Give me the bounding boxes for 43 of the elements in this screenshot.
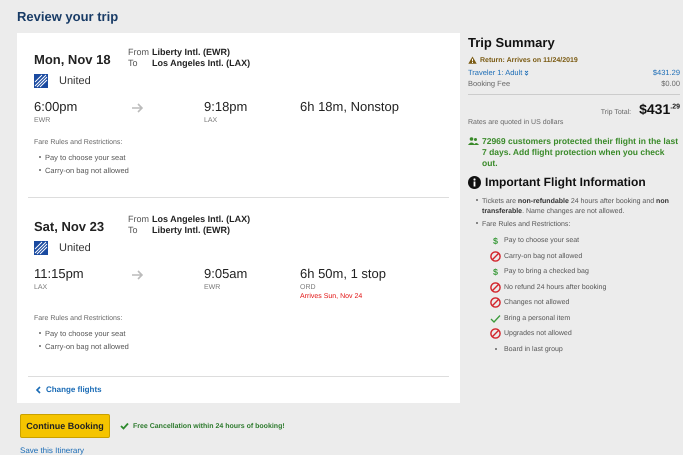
route-label: To xyxy=(128,225,139,235)
airline-name: United xyxy=(59,242,91,254)
arrow-icon xyxy=(132,270,144,280)
departure-time: 6:00pm xyxy=(34,99,78,114)
dollar-icon: $ xyxy=(490,236,501,246)
check-icon xyxy=(490,314,501,323)
save-itinerary-link[interactable]: Save this Itinerary xyxy=(20,446,84,455)
page-title: Review your trip xyxy=(17,9,120,26)
important-info-title: Important Flight Information xyxy=(485,175,646,189)
prohibited-icon xyxy=(490,328,501,340)
airline-logo-icon xyxy=(34,241,48,255)
flight-duration: 6h 18m, Nonstop xyxy=(300,99,400,114)
route-label: From xyxy=(128,47,150,57)
prohibited-icon xyxy=(490,297,501,308)
flight-date: Sat, Nov 23 xyxy=(34,218,106,234)
route-label: From xyxy=(128,214,150,224)
arrival-time: 9:18pm xyxy=(204,99,248,114)
protection-message: 72969 customers protected their flight in the last 7 days. Add flight protection when you check out. xyxy=(482,136,680,169)
change-flights-link[interactable]: Change flights xyxy=(35,385,460,394)
arrival-time: 9:05am xyxy=(204,266,248,281)
departure-time: 11:15pm xyxy=(34,266,85,281)
airport-name: Los Angeles Intl. (LAX) xyxy=(152,214,250,224)
total-price: $431$^{.29}$ xyxy=(639,101,680,117)
prohibited-icon xyxy=(490,250,501,262)
check-icon xyxy=(120,422,129,430)
dollar-icon: $ xyxy=(490,266,501,277)
people-icon xyxy=(468,137,479,145)
airline-logo-icon xyxy=(34,74,48,88)
continue-booking-button[interactable]: Continue Booking xyxy=(20,414,110,438)
chevron-left-icon xyxy=(35,386,41,394)
prohibited-icon xyxy=(490,282,501,293)
flight-date: Mon, Nov 18 xyxy=(34,51,112,67)
warning-icon xyxy=(468,56,477,64)
airport-name: Liberty Intl. (EWR) xyxy=(152,47,231,57)
summary-title: Trip Summary xyxy=(468,35,556,50)
airline-name: United xyxy=(59,75,91,87)
flight-duration: 6h 50m, 1 stop xyxy=(300,266,386,281)
route-label: To xyxy=(128,58,139,68)
info-icon xyxy=(468,176,481,188)
airport-name: Liberty Intl. (EWR) xyxy=(152,225,231,235)
expand-icon xyxy=(524,70,530,76)
arrow-icon xyxy=(132,103,144,113)
airport-name: Los Angeles Intl. (LAX) xyxy=(152,58,250,68)
